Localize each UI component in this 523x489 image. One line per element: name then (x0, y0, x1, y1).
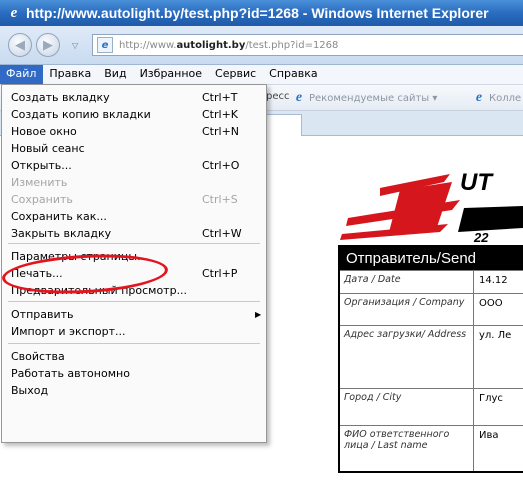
address-toolbar: ◀ ▶ ▽ e http://www. autolight.by/test.php… (0, 26, 523, 65)
menu-item-label: Закрыть вкладку (11, 227, 112, 240)
table-row: Организация / Company OOO (340, 293, 523, 325)
menu-item-shortcut: Ctrl+K (202, 108, 239, 121)
table-row: Дата / Date 14.12 (340, 270, 523, 293)
menu-item-shortcut: Ctrl+S (202, 193, 238, 206)
menu-file[interactable]: Файл (0, 65, 44, 84)
row-value: OOO (474, 294, 523, 325)
back-button[interactable]: ◀ (8, 33, 32, 57)
logo-text: UT (460, 169, 494, 196)
menu-item-edit: Изменить (2, 174, 266, 191)
address-bar[interactable]: e http://www. autolight.by/test.php?id=12… (92, 34, 523, 56)
menu-item-label: Создать копию вкладки (11, 108, 151, 121)
back-arrow-icon: ◀ (15, 37, 25, 53)
menu-item-label: Открыть... (11, 159, 72, 172)
menu-separator (8, 343, 260, 344)
row-label: Адрес загрузки/ Address (340, 326, 474, 388)
menu-item-label: Сохранить как... (11, 210, 107, 223)
menu-item-new-tab[interactable]: Создать вкладку Ctrl+T (2, 89, 266, 106)
menu-item-save: Сохранить Ctrl+S (2, 191, 266, 208)
menu-item-shortcut: Ctrl+O (202, 159, 240, 172)
row-value: Глус (474, 389, 523, 425)
menu-separator (8, 243, 260, 244)
menu-item-close-tab[interactable]: Закрыть вкладку Ctrl+W (2, 225, 266, 242)
table-row: Адрес загрузки/ Address ул. Ле (340, 325, 523, 388)
table-row: ФИО ответственного лица / Last name Ива (340, 425, 523, 471)
menu-item-new-session[interactable]: Новый сеанс (2, 140, 266, 157)
ie-logo-icon: e (475, 90, 483, 105)
row-value: ул. Ле (474, 326, 523, 388)
menu-separator (8, 301, 260, 302)
menu-item-label: Создать вкладку (11, 91, 110, 104)
menu-item-label: Выход (11, 384, 49, 397)
menu-item-save-as[interactable]: Сохранить как... (2, 208, 266, 225)
page-icon: e (97, 37, 113, 53)
row-label: ФИО ответственного лица / Last name (340, 426, 474, 471)
menu-item-shortcut: Ctrl+N (202, 125, 240, 138)
row-label: Дата / Date (340, 271, 474, 293)
row-value: 14.12 (474, 271, 523, 293)
favorites-partial-item[interactable]: ресс (266, 91, 290, 102)
menu-view[interactable]: Вид (98, 65, 133, 84)
ie-logo-icon: e (295, 90, 303, 105)
autolight-logo: UT 22 (340, 169, 523, 245)
menu-item-label: Работать автономно (11, 367, 130, 380)
recommended-sites-label: Рекомендуемые сайты ▾ (309, 92, 438, 104)
menu-favorites[interactable]: Избранное (134, 65, 209, 84)
submenu-arrow-icon: ▶ (255, 310, 262, 319)
forward-arrow-icon: ▶ (43, 37, 53, 53)
menu-help[interactable]: Справка (263, 65, 324, 84)
menu-item-duplicate-tab[interactable]: Создать копию вкладки Ctrl+K (2, 106, 266, 123)
menu-item-label: Сохранить (11, 193, 73, 206)
window-title: http://www.autolight.by/test.php?id=1268… (26, 5, 489, 21)
favorites-collection[interactable]: e Колле (472, 90, 522, 105)
table-row: Город / City Глус (340, 388, 523, 425)
address-prefix: http://www. (119, 39, 177, 51)
menu-bar: Файл Правка Вид Избранное Сервис Справка (0, 65, 523, 85)
address-suffix: /test.php?id=1268 (245, 39, 339, 51)
table-header: Отправитель/Send (340, 247, 523, 270)
menu-item-open[interactable]: Открыть... Ctrl+O (2, 157, 266, 174)
menu-item-label: Изменить (11, 176, 68, 189)
menu-item-shortcut: Ctrl+T (202, 91, 238, 104)
menu-item-label: Новый сеанс (11, 142, 85, 155)
row-value: Ива (474, 426, 523, 471)
address-domain: autolight.by (176, 39, 246, 51)
menu-tools[interactable]: Сервис (209, 65, 263, 84)
menu-item-shortcut: Ctrl+W (202, 227, 242, 240)
menu-item-import-export[interactable]: Импорт и экспорт... (2, 323, 266, 340)
row-label: Город / City (340, 389, 474, 425)
menu-edit[interactable]: Правка (43, 65, 98, 84)
menu-item-label: Отправить (11, 308, 74, 321)
menu-item-label: Импорт и экспорт... (11, 325, 126, 338)
menu-item-label: Новое окно (11, 125, 77, 138)
menu-item-send[interactable]: Отправить ▶ (2, 306, 266, 323)
favorites-recommended-sites[interactable]: e Рекомендуемые сайты ▾ (292, 90, 438, 105)
history-dropdown-icon[interactable]: ▽ (72, 41, 78, 50)
menu-item-label: Свойства (11, 350, 65, 363)
menu-item-work-offline[interactable]: Работать автономно (2, 365, 266, 382)
menu-item-properties[interactable]: Свойства (2, 348, 266, 365)
menu-item-exit[interactable]: Выход (2, 382, 266, 399)
menu-item-shortcut: Ctrl+P (202, 267, 238, 280)
logo-number: 22 (473, 230, 489, 245)
collection-label: Колле (489, 92, 522, 104)
row-label: Организация / Company (340, 294, 474, 325)
window-title-bar: e http://www.autolight.by/test.php?id=12… (0, 0, 523, 26)
forward-button[interactable]: ▶ (36, 33, 60, 57)
sender-table: Отправитель/Send Дата / Date 14.12 Орган… (338, 245, 523, 473)
menu-item-new-window[interactable]: Новое окно Ctrl+N (2, 123, 266, 140)
ie-logo-icon: e (10, 4, 18, 21)
